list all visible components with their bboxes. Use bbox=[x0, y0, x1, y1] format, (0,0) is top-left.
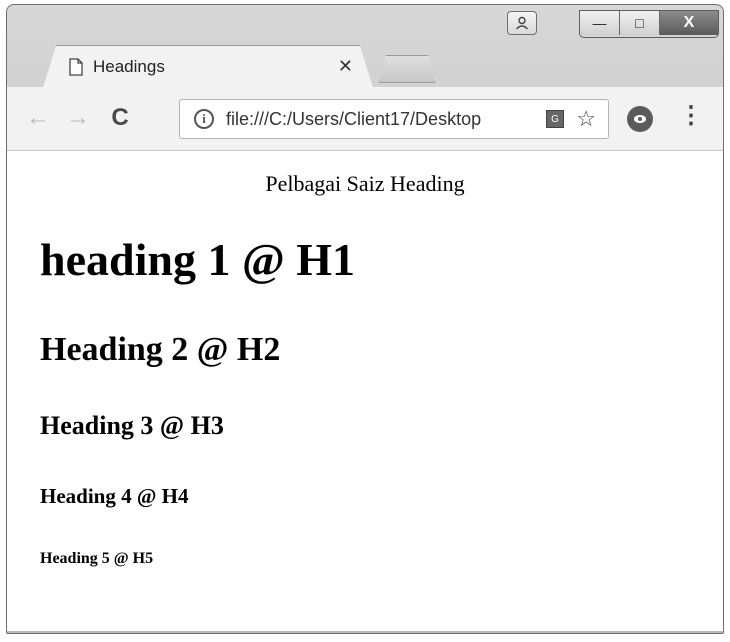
reload-button[interactable]: C bbox=[107, 104, 133, 131]
person-icon bbox=[515, 16, 529, 30]
tab-headings[interactable]: Headings ✕ bbox=[43, 45, 373, 88]
user-profile-button[interactable] bbox=[507, 11, 537, 35]
heading-3: Heading 3 @ H3 bbox=[40, 411, 224, 440]
url-text[interactable]: file:///C:/Users/Client17/Desktop bbox=[226, 109, 516, 130]
page-viewport: Pelbagai Saiz Heading heading 1 @ H1 Hea… bbox=[7, 151, 723, 631]
heading-5: Heading 5 @ H5 bbox=[40, 550, 154, 567]
new-tab-button[interactable] bbox=[379, 55, 435, 83]
extension-eye-icon[interactable] bbox=[627, 106, 653, 132]
close-icon: X bbox=[683, 14, 695, 31]
info-icon[interactable]: i bbox=[194, 109, 214, 129]
minimize-icon: — bbox=[592, 15, 607, 31]
heading-4: Heading 4 @ H4 bbox=[40, 484, 189, 508]
tab-close-icon[interactable]: ✕ bbox=[338, 56, 353, 77]
maximize-icon: □ bbox=[635, 15, 644, 31]
browser-window: — □ X Headings ✕ ← → C i file:///C:/User… bbox=[6, 4, 724, 634]
heading-2: Heading 2 @ H2 bbox=[40, 331, 281, 368]
back-button[interactable]: ← bbox=[25, 104, 51, 131]
address-bar[interactable]: i file:///C:/Users/Client17/Desktop G ☆ bbox=[179, 99, 609, 139]
bookmark-star-icon[interactable]: ☆ bbox=[576, 106, 596, 132]
forward-arrow-icon: → bbox=[66, 104, 90, 131]
tab-title: Headings bbox=[93, 56, 165, 76]
window-caption-controls: — □ X bbox=[579, 10, 719, 38]
page-caption: Pelbagai Saiz Heading bbox=[265, 171, 465, 196]
translate-icon[interactable]: G bbox=[546, 110, 564, 128]
page-icon bbox=[69, 57, 83, 76]
reload-icon: C bbox=[111, 104, 129, 131]
close-window-button[interactable]: X bbox=[660, 11, 718, 35]
back-arrow-icon: ← bbox=[26, 104, 50, 131]
minimize-button[interactable]: — bbox=[580, 11, 620, 35]
browser-toolbar: ← → C i file:///C:/Users/Client17/Deskto… bbox=[7, 87, 723, 151]
forward-button[interactable]: → bbox=[65, 104, 91, 131]
maximize-button[interactable]: □ bbox=[620, 11, 660, 35]
menu-icon[interactable]: ⋮ bbox=[679, 104, 703, 128]
heading-1: heading 1 @ H1 bbox=[40, 234, 356, 285]
